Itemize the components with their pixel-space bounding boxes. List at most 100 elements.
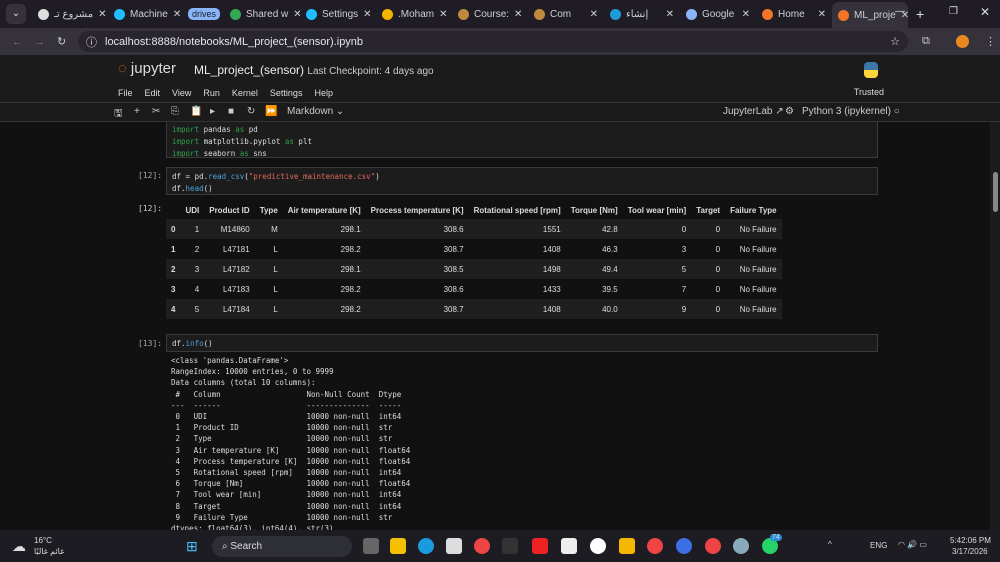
tab-close-icon[interactable]: ✕ xyxy=(439,9,447,20)
browser-tab[interactable]: Shared w ✕ xyxy=(224,3,300,25)
task-view-icon[interactable] xyxy=(363,538,379,554)
tab-close-icon[interactable]: ✕ xyxy=(173,9,181,20)
cell-type-select[interactable]: Markdown ⌄ xyxy=(287,106,344,117)
file-explorer-icon[interactable] xyxy=(390,538,406,554)
copy-icon[interactable]: ⎘ xyxy=(171,106,179,117)
tab-label: مشروع تـ xyxy=(54,8,94,20)
edge-icon[interactable] xyxy=(418,538,434,554)
new-tab-button[interactable]: + xyxy=(916,6,924,22)
reload-icon[interactable]: ↻ xyxy=(57,35,66,48)
chrome-profile-icon[interactable] xyxy=(647,538,663,554)
menu-run[interactable]: Run xyxy=(203,88,220,98)
notepad-icon[interactable] xyxy=(561,538,577,554)
table-cell: No Failure xyxy=(739,284,777,294)
terminal-icon[interactable] xyxy=(502,538,518,554)
stop-icon[interactable]: ■ xyxy=(228,106,234,117)
run-icon[interactable]: ▸ xyxy=(210,106,215,117)
jupyter-logo[interactable]: ◌ jupyter xyxy=(118,60,176,77)
menu-kernel[interactable]: Kernel xyxy=(232,88,258,98)
url-input[interactable]: ⓘ localhost:8888/notebooks/ML_project_(s… xyxy=(78,31,908,52)
dataframe-head-table: UDI Product ID Type Air temperature [K] Proc… xyxy=(166,202,782,319)
browser-tab[interactable]: إنشاء ✕ xyxy=(604,3,680,25)
tab-label: Settings xyxy=(322,8,359,20)
taskbar-search[interactable]: ⌕ Search xyxy=(212,536,352,557)
cut-icon[interactable]: ✂ xyxy=(152,106,160,117)
info-cell[interactable]: df.info() xyxy=(166,334,878,352)
table-row: 3 4 L47183 L 298.2 308.6 1433 39.5 7 0 No Failure xyxy=(166,279,782,299)
store-icon[interactable] xyxy=(446,538,462,554)
trusted-indicator[interactable]: Trusted xyxy=(854,87,884,97)
tasks-icon[interactable] xyxy=(676,538,692,554)
kernel-status[interactable]: Python 3 (ipykernel) ○ xyxy=(802,106,900,117)
wifi-volume-battery-icons[interactable]: ◠ 🔊 ▭ xyxy=(898,540,927,549)
browser-tab[interactable]: Course: ✕ xyxy=(452,3,528,25)
table-cell: 308.6 xyxy=(443,224,464,234)
tab-close-icon[interactable]: ✕ xyxy=(363,9,371,20)
tab-close-icon[interactable]: ✕ xyxy=(590,9,598,20)
browser-menu-icon[interactable]: ⋮ xyxy=(985,35,996,48)
clock-date[interactable]: 3/17/2026 xyxy=(952,547,988,556)
tab-close-icon[interactable]: ✕ xyxy=(293,9,300,20)
tab-close-icon[interactable]: ✕ xyxy=(666,9,674,20)
menu-file[interactable]: File xyxy=(118,88,133,98)
table-cell: 298.1 xyxy=(340,264,361,274)
browser-tab[interactable]: Google ✕ xyxy=(680,3,756,25)
paste-icon[interactable]: 📋 xyxy=(190,106,202,117)
table-cell: 46.3 xyxy=(602,244,618,254)
settings-gear-icon[interactable]: ⚙ xyxy=(785,106,794,117)
insert-cell-icon[interactable]: + xyxy=(134,106,140,117)
save-icon[interactable]: 🖫 xyxy=(114,106,123,123)
youtube-icon[interactable] xyxy=(532,538,548,554)
menu-view[interactable]: View xyxy=(172,88,191,98)
logo-text: jupyter xyxy=(130,60,176,77)
tab-group-label[interactable]: drives xyxy=(188,7,221,20)
table-cell: 9 xyxy=(681,304,687,314)
weather-temp[interactable]: 16°C xyxy=(34,536,52,545)
open-jupyterlab-link[interactable]: JupyterLab ↗ xyxy=(723,106,784,117)
browser-tab[interactable]: Machine ✕ xyxy=(108,3,184,25)
import-cell[interactable]: import pandas as pd import matplotlib.pyp… xyxy=(166,122,878,158)
restore-button[interactable]: ❐ xyxy=(949,6,958,17)
chrome-profile2-icon[interactable] xyxy=(705,538,721,554)
close-window-button[interactable]: ✕ xyxy=(980,5,990,19)
weather-desc[interactable]: غائم غالبًا xyxy=(34,547,64,556)
tab-close-icon[interactable]: ✕ xyxy=(742,9,750,20)
notebook-title[interactable]: ML_project_(sensor) Last Checkpoint: 4 d… xyxy=(194,63,434,77)
clock-time[interactable]: 5:42:06 PM xyxy=(950,536,991,545)
menu-help[interactable]: Help xyxy=(314,88,333,98)
scrollbar-thumb[interactable] xyxy=(993,172,998,212)
read-csv-cell[interactable]: df = pd.read_csv("predictive_maintenance… xyxy=(166,167,878,195)
menu-edit[interactable]: Edit xyxy=(145,88,161,98)
github-icon[interactable] xyxy=(590,538,606,554)
menu-settings[interactable]: Settings xyxy=(270,88,303,98)
windows-start-icon[interactable]: ⊞ xyxy=(186,538,198,555)
language-indicator[interactable]: ENG xyxy=(870,541,887,550)
chrome-icon[interactable] xyxy=(474,538,490,554)
run-all-icon[interactable]: ⏩ xyxy=(265,106,277,117)
browser-tab[interactable]: Com ✕ xyxy=(528,3,604,25)
tab-close-icon[interactable]: ✕ xyxy=(818,9,826,20)
back-icon[interactable]: ← xyxy=(12,36,23,48)
extensions-icon[interactable]: ⧉ xyxy=(922,35,930,48)
forward-icon[interactable]: → xyxy=(34,36,45,48)
tray-chevron-icon[interactable]: ^ xyxy=(828,540,832,549)
browser-tab[interactable]: Home ✕ xyxy=(756,3,832,25)
tab-group[interactable]: drives xyxy=(188,7,221,20)
settings-app-icon[interactable] xyxy=(733,538,749,554)
tab-search-button[interactable]: ⌄ xyxy=(6,4,26,24)
jupyter-logo-icon: ◌ xyxy=(118,60,127,77)
table-cell: M14860 xyxy=(220,224,250,234)
notebook-name[interactable]: ML_project_(sensor) xyxy=(194,63,304,77)
keep-icon[interactable] xyxy=(619,538,635,554)
browser-tab[interactable]: Settings ✕ xyxy=(300,3,376,25)
profile-avatar[interactable] xyxy=(956,35,969,48)
restart-icon[interactable]: ↻ xyxy=(247,106,255,117)
bookmark-star-icon[interactable]: ☆ xyxy=(890,35,900,48)
minimize-button[interactable]: — xyxy=(895,6,905,17)
scrollbar[interactable] xyxy=(990,122,1000,530)
browser-tab[interactable]: مشروع تـ ✕ xyxy=(32,3,108,25)
tab-close-icon[interactable]: ✕ xyxy=(98,9,106,20)
tab-close-icon[interactable]: ✕ xyxy=(514,9,522,20)
browser-tab[interactable]: .Moham ✕ xyxy=(376,3,452,25)
site-info-icon[interactable]: ⓘ xyxy=(86,34,97,50)
